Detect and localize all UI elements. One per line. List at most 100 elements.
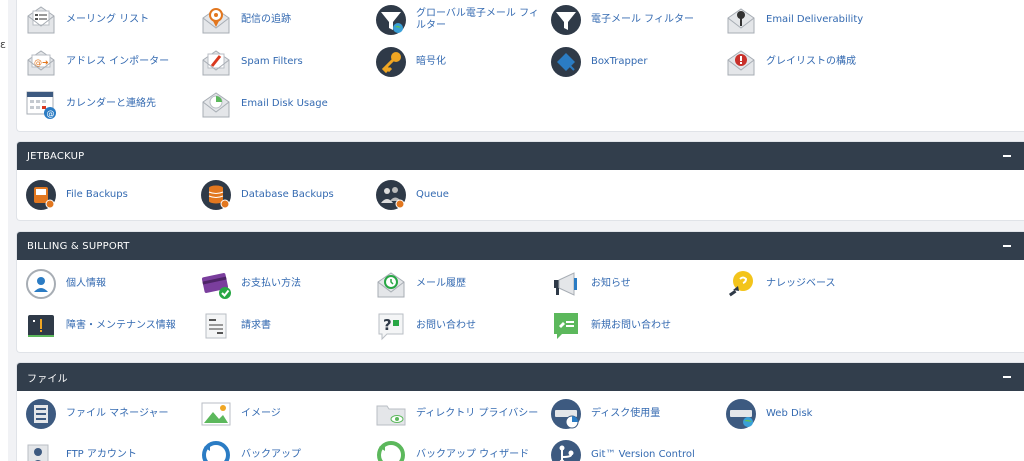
left-edge: ε: [0, 0, 8, 461]
item-mailing-list[interactable]: メーリング リスト: [25, 3, 149, 37]
panel-title: ファイル: [27, 373, 68, 385]
item-label: ファイル マネージャー: [66, 408, 169, 419]
email-deliverability-icon: [725, 4, 757, 36]
item-personal-info[interactable]: 個人情報: [25, 267, 106, 301]
item-file-manager[interactable]: ファイル マネージャー: [25, 397, 168, 431]
item-track-delivery[interactable]: 配信の追跡: [200, 3, 291, 37]
svg-text:@: @: [47, 109, 55, 118]
item-invoices[interactable]: 請求書: [200, 309, 271, 343]
disk-usage-icon: [550, 398, 582, 430]
item-encryption[interactable]: 暗号化: [375, 45, 446, 79]
item-label: Database Backups: [241, 189, 334, 200]
item-new-ticket[interactable]: 新規お問い合わせ: [550, 309, 671, 343]
item-label: メーリング リスト: [66, 14, 150, 25]
backup-wizard-icon: [375, 439, 407, 461]
item-label: バックアップ: [241, 449, 301, 460]
jetbackup-panel: JETBACKUP File Backups Database Backups …: [16, 141, 1024, 221]
item-label: BoxTrapper: [591, 56, 648, 67]
collapse-icon[interactable]: [1000, 370, 1014, 384]
web-disk-icon: [725, 398, 757, 430]
greylisting-icon: [725, 46, 757, 78]
item-images[interactable]: イメージ: [200, 397, 281, 431]
item-global-email-filter[interactable]: グローバル電子メール フィルター: [375, 3, 546, 37]
item-address-importer[interactable]: @➜ アドレス インポーター: [25, 45, 169, 79]
knowledge-base-bulb-icon: [725, 268, 757, 300]
item-label: メール履歴: [416, 278, 466, 289]
item-email-filter[interactable]: 電子メール フィルター: [550, 3, 694, 37]
item-backup[interactable]: バックアップ: [200, 438, 301, 461]
item-email-history[interactable]: メール履歴: [375, 267, 466, 301]
email-history-icon: [375, 268, 407, 300]
panel-header[interactable]: BILLING & SUPPORT: [17, 232, 1024, 260]
item-web-disk[interactable]: Web Disk: [725, 397, 812, 431]
file-manager-icon: [25, 398, 57, 430]
server-status-icon: [25, 310, 57, 342]
item-label: File Backups: [66, 189, 128, 200]
global-email-filter-icon: [375, 4, 407, 36]
item-label: 請求書: [241, 320, 271, 331]
database-backups-icon: [200, 179, 232, 211]
queue-icon: [375, 179, 407, 211]
payment-method-icon: [200, 268, 232, 300]
item-directory-privacy[interactable]: ディレクトリ プライバシー: [375, 397, 538, 431]
item-greylisting[interactable]: グレイリストの構成: [725, 45, 856, 79]
item-queue[interactable]: Queue: [375, 178, 449, 212]
contact-question-icon: ?: [375, 310, 407, 342]
svg-text:?: ?: [383, 316, 392, 334]
directory-privacy-icon: [375, 398, 407, 430]
panel-title: JETBACKUP: [27, 150, 85, 162]
item-label: ディスク使用量: [591, 408, 661, 419]
item-label: ナレッジベース: [766, 278, 836, 289]
item-calendar-contacts[interactable]: @ カレンダーと連絡先: [25, 87, 156, 121]
panel-header[interactable]: ファイル: [17, 363, 1024, 391]
item-label: Spam Filters: [241, 56, 303, 67]
panel-header[interactable]: JETBACKUP: [17, 142, 1024, 170]
collapse-icon[interactable]: [1000, 149, 1014, 163]
item-spam-filters[interactable]: Spam Filters: [200, 45, 303, 79]
item-label: Email Disk Usage: [241, 98, 328, 109]
item-git-version-control[interactable]: Git™ Version Control: [550, 438, 695, 461]
item-label: Git™ Version Control: [591, 449, 695, 460]
file-backups-icon: [25, 179, 57, 211]
item-label: 配信の追跡: [241, 14, 291, 25]
item-label: Queue: [416, 189, 449, 200]
item-label: バックアップ ウィザード: [416, 449, 530, 460]
item-email-deliverability[interactable]: Email Deliverability: [725, 3, 863, 37]
collapse-icon[interactable]: [1000, 239, 1014, 253]
item-contact[interactable]: ? お問い合わせ: [375, 309, 476, 343]
personal-info-icon: [25, 268, 57, 300]
item-label: Email Deliverability: [766, 14, 864, 25]
item-label: アドレス インポーター: [66, 56, 170, 67]
item-database-backups[interactable]: Database Backups: [200, 178, 334, 212]
images-icon: [200, 398, 232, 430]
item-label: 障害・メンテナンス情報: [66, 320, 176, 331]
item-server-status[interactable]: 障害・メンテナンス情報: [25, 309, 176, 343]
item-label: 電子メール フィルター: [591, 14, 694, 25]
mailing-list-icon: [25, 4, 57, 36]
track-delivery-icon: [200, 4, 232, 36]
billing-panel: BILLING & SUPPORT 個人情報 お支払い方法 メール履歴 お知らせ…: [16, 231, 1024, 353]
email-filter-icon: [550, 4, 582, 36]
announcements-megaphone-icon: [550, 268, 582, 300]
item-email-disk-usage[interactable]: Email Disk Usage: [200, 87, 328, 121]
item-disk-usage[interactable]: ディスク使用量: [550, 397, 660, 431]
item-label: 個人情報: [66, 278, 106, 289]
email-panel: メーリング リスト 配信の追跡 グローバル電子メール フィルター 電子メール フ…: [16, 0, 1024, 132]
item-boxtrapper[interactable]: BoxTrapper: [550, 45, 647, 79]
item-announcements[interactable]: お知らせ: [550, 267, 631, 301]
item-label: FTP アカウント: [66, 449, 137, 460]
item-label: ディレクトリ プライバシー: [416, 408, 539, 419]
item-knowledge-base[interactable]: ナレッジベース: [725, 267, 836, 301]
invoices-icon: [200, 310, 232, 342]
new-ticket-icon: [550, 310, 582, 342]
item-label: 暗号化: [416, 56, 446, 67]
item-file-backups[interactable]: File Backups: [25, 178, 128, 212]
item-backup-wizard[interactable]: バックアップ ウィザード: [375, 438, 529, 461]
item-payment-method[interactable]: お支払い方法: [200, 267, 301, 301]
files-panel: ファイル ファイル マネージャー イメージ ディレクトリ プライバシー ディスク…: [16, 362, 1024, 461]
git-version-control-icon: [550, 439, 582, 461]
item-label: グローバル電子メール フィルター: [416, 8, 539, 31]
item-ftp-accounts[interactable]: FTP アカウント: [25, 438, 137, 461]
item-label: お問い合わせ: [416, 320, 476, 331]
item-label: イメージ: [241, 408, 281, 419]
